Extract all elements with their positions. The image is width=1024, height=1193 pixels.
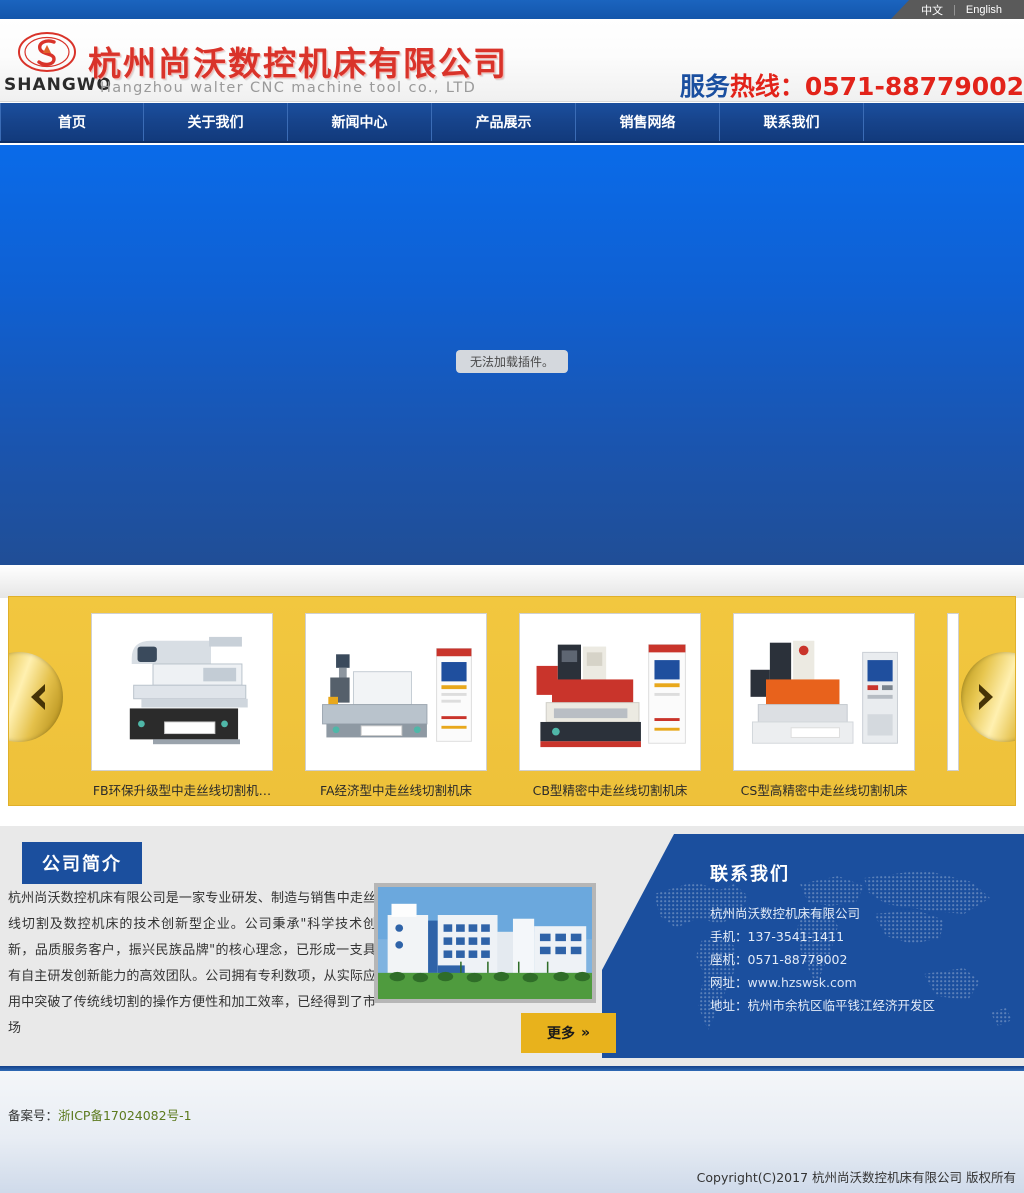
company-intro-title: 公司简介 bbox=[22, 842, 142, 884]
nav-item-about-us[interactable]: 关于我们 bbox=[144, 103, 288, 141]
chevron-left-icon bbox=[31, 684, 45, 710]
company-building-photo bbox=[374, 883, 596, 1003]
company-logo-icon[interactable] bbox=[16, 31, 78, 75]
product-image bbox=[305, 613, 487, 771]
contact-address-label: 地址： bbox=[710, 998, 748, 1013]
more-button-label: 更多 bbox=[546, 1026, 575, 1042]
site-header: SHANGWO 杭州尚沃数控机床有限公司 Hangzhou walter CNC… bbox=[0, 19, 1024, 102]
language-option-english[interactable]: English bbox=[966, 4, 1002, 16]
plugin-error-message: 无法加载插件。 bbox=[455, 350, 569, 373]
company-name-en: Hangzhou walter CNC machine tool co., LT… bbox=[100, 80, 477, 96]
language-option-chinese[interactable]: 中文 bbox=[921, 2, 943, 18]
contact-mobile-row: 手机：137-3541-1411 bbox=[710, 925, 935, 948]
contact-tel-label: 座机： bbox=[710, 952, 748, 967]
contact-address-row: 地址：杭州市余杭区临平钱江经济开发区 bbox=[710, 994, 935, 1017]
hotline-label-hotline: 热线 bbox=[729, 72, 780, 101]
contact-web-label: 网址： bbox=[710, 975, 748, 990]
language-separator: | bbox=[953, 3, 956, 16]
carousel-item[interactable]: CS型高精密中走丝线切割机床 bbox=[733, 613, 915, 799]
copyright-text: Copyright(C)2017 杭州尚沃数控机床有限公司 版权所有 bbox=[696, 1170, 1016, 1185]
nav-item-contact-us[interactable]: 联系我们 bbox=[720, 103, 864, 141]
icp-link[interactable]: 浙ICP备17024082号-1 bbox=[58, 1108, 192, 1123]
contact-tel-row: 座机：0571-88779002 bbox=[710, 948, 935, 971]
top-bar: 中文 | English bbox=[0, 0, 1024, 19]
nav-item-news-center[interactable]: 新闻中心 bbox=[288, 103, 432, 141]
banner-bottom-strip bbox=[0, 565, 1024, 598]
contact-mobile-label: 手机： bbox=[710, 929, 748, 944]
more-button[interactable]: 更多 » bbox=[521, 1013, 616, 1053]
nav-item-home[interactable]: 首页 bbox=[0, 103, 144, 141]
product-image bbox=[733, 613, 915, 771]
language-switcher: 中文 | English bbox=[891, 0, 1024, 19]
carousel-item[interactable]: FA经济型中走丝线切割机床 bbox=[305, 613, 487, 799]
product-image bbox=[519, 613, 701, 771]
hotline-colon: ： bbox=[779, 72, 805, 101]
product-image bbox=[91, 613, 273, 771]
product-caption: CB型精密中走丝线切割机床 bbox=[532, 783, 688, 798]
product-caption: CS型高精密中走丝线切割机床 bbox=[740, 783, 908, 798]
site-footer: 备案号：浙ICP备17024082号-1 Copyright(C)2017 杭州… bbox=[0, 1071, 1024, 1193]
contact-details: 杭州尚沃数控机床有限公司 手机：137-3541-1411 座机：0571-88… bbox=[710, 902, 935, 1017]
hotline-number: 0571-88779002 bbox=[804, 72, 1024, 101]
carousel-prev-button[interactable] bbox=[9, 652, 71, 742]
contact-mobile-value: 137-3541-1411 bbox=[747, 929, 845, 944]
carousel-item[interactable]: FB环保升级型中走丝线切割机… bbox=[91, 613, 273, 799]
contact-address-value: 杭州市余杭区临平钱江经济开发区 bbox=[747, 998, 936, 1013]
product-caption: FA经济型中走丝线切割机床 bbox=[319, 783, 473, 798]
chevron-right-icon bbox=[979, 684, 993, 710]
hero-banner: 无法加载插件。 bbox=[0, 145, 1024, 565]
contact-web-row: 网址：www.hzswsk.com bbox=[710, 971, 935, 994]
icp-label: 备案号： bbox=[8, 1108, 59, 1123]
carousel-track: FB环保升级型中走丝线切割机… FA经济型中走丝线切割机床 CB型精密中走丝线切… bbox=[91, 613, 959, 799]
language-slab: 中文 | English bbox=[891, 0, 1024, 19]
icp-record: 备案号：浙ICP备17024082号-1 bbox=[8, 1105, 192, 1124]
service-hotline: 服务热线：0571-88779002 bbox=[680, 67, 1024, 103]
contact-tel-value: 0571-88779002 bbox=[747, 952, 848, 967]
contact-title: 联系我们 bbox=[710, 864, 790, 885]
nav-item-products[interactable]: 产品展示 bbox=[432, 103, 576, 141]
contact-company: 杭州尚沃数控机床有限公司 bbox=[710, 906, 861, 921]
product-caption: FB环保升级型中走丝线切割机… bbox=[92, 783, 272, 798]
contact-web-link[interactable]: www.hzswsk.com bbox=[748, 975, 857, 990]
contact-panel: 联系我们 杭州尚沃数控机床有限公司 手机：137-3541-1411 座机：05… bbox=[602, 834, 1024, 1058]
nav-item-sales-network[interactable]: 销售网络 bbox=[576, 103, 720, 141]
company-intro-body: 杭州尚沃数控机床有限公司是一家专业研发、制造与销售中走丝线切割及数控机床的技术创… bbox=[8, 891, 376, 1036]
carousel-next-button[interactable] bbox=[953, 652, 1015, 742]
company-name-cn: 杭州尚沃数控机床有限公司 bbox=[88, 44, 508, 83]
hotline-label-service: 服务 bbox=[679, 72, 730, 101]
main-navigation: 首页 关于我们 新闻中心 产品展示 销售网络 联系我们 bbox=[0, 103, 1024, 143]
chevron-double-right-icon: » bbox=[580, 1025, 591, 1041]
product-carousel: FB环保升级型中走丝线切割机… FA经济型中走丝线切割机床 CB型精密中走丝线切… bbox=[8, 596, 1016, 806]
carousel-item[interactable]: CB型精密中走丝线切割机床 bbox=[519, 613, 701, 799]
